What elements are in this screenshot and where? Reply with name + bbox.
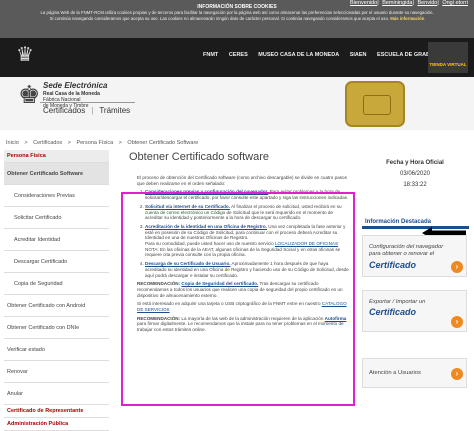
crumb-sep: >	[118, 140, 122, 146]
sidebar-item-verificar[interactable]: Verificar estado	[4, 339, 109, 361]
official-time: 18:33:22	[403, 182, 427, 188]
sidebar-item-anular[interactable]: Anular	[4, 383, 109, 405]
sidebar-item-persona-fisica[interactable]: Persona Física	[4, 150, 109, 163]
nav-ceres[interactable]: CERES	[229, 52, 248, 58]
card-config-navegador[interactable]: Configuración del navegador para obtener…	[362, 235, 467, 277]
card2-text: Exportar / Importar un	[369, 299, 426, 305]
lang-link-ca[interactable]: Beminingida	[382, 0, 412, 6]
card-atencion-usuarios[interactable]: Atención a Usuarios ›	[362, 358, 467, 388]
lang-link-es[interactable]: Bienvenido	[350, 0, 377, 6]
crumb-inicio[interactable]: Inicio	[6, 140, 19, 146]
royal-mint-logo-icon[interactable]: ♚	[18, 80, 40, 120]
smartcard-chip-image	[345, 81, 405, 127]
nav-museo[interactable]: MUSEO CASA DE LA MONEDA	[258, 52, 339, 58]
lang-link-gl[interactable]: Benvido	[417, 0, 437, 6]
top-strip	[0, 30, 474, 38]
header-nav-certificados[interactable]: Certificados	[43, 106, 85, 115]
breadcrumb: Inicio > Certificados > Persona Física >…	[6, 140, 202, 146]
card-export-import[interactable]: Exportar / Importar un Certificado ›	[362, 290, 467, 332]
crown-logo-icon[interactable]: ♛	[14, 42, 36, 70]
sidebar-item-copia[interactable]: Copia de Seguridad	[4, 273, 109, 295]
sidebar-item-solicitar[interactable]: Solicitar Certificado	[4, 207, 109, 229]
sidebar-item-consideraciones[interactable]: Consideraciones Previas	[4, 185, 109, 207]
intro-text: El proceso de obtención del Certificado …	[137, 175, 347, 186]
header-nav-tramites[interactable]: Trámites	[99, 106, 130, 115]
header-divider	[40, 102, 135, 103]
crumb-sep: >	[24, 140, 28, 146]
sidebar-item-renovar[interactable]: Renovar	[4, 361, 109, 383]
tienda-virtual-button[interactable]: TIENDA VIRTUAL	[428, 42, 468, 73]
sidebar-item-administracion[interactable]: Administración Pública	[4, 418, 109, 431]
sidebar-menu: Persona Física Obtener Certificado Softw…	[4, 150, 109, 431]
lang-link-eu[interactable]: Ongi etorri	[442, 0, 468, 6]
crumb-sep: >	[67, 140, 71, 146]
header-nav-separator: |	[91, 106, 94, 115]
language-links: Bienvenido| Beminingida| Benvido| Ongi e…	[348, 0, 468, 6]
info-title: Información Destacada	[365, 219, 432, 225]
cookie-text-2: Si continúa navegando consideramos que a…	[49, 16, 390, 21]
page-title: Obtener Certificado software	[129, 151, 270, 163]
official-time-label: Fecha y Hora Oficial	[386, 160, 444, 166]
site-header: ♚ Sede Electrónica Real Casa de la Moned…	[0, 77, 474, 130]
crumb-certificados[interactable]: Certificados	[33, 140, 62, 146]
card1-arrow-icon: ›	[451, 261, 463, 273]
card3-arrow-icon: ›	[451, 368, 463, 380]
nav-siaen[interactable]: SIAEN	[350, 52, 367, 58]
sidebar-item-acreditar[interactable]: Acreditar Identidad	[4, 229, 109, 251]
crumb-current: Obtener Certificado Software	[127, 140, 199, 146]
crumb-persona-fisica[interactable]: Persona Física	[76, 140, 113, 146]
sidebar-item-dnie[interactable]: Obtener Certificado con DNIe	[4, 317, 109, 339]
sidebar-item-descargar[interactable]: Descargar Certificado	[4, 251, 109, 273]
card1-text: Configuración del navegador para obtener…	[369, 244, 444, 257]
sidebar-item-obtener-software[interactable]: Obtener Certificado Software	[4, 163, 109, 185]
sidebar-item-representante[interactable]: Certificado de Representante	[4, 405, 109, 418]
official-date: 03/06/2020	[399, 171, 431, 177]
nav-fnmt[interactable]: FNMT	[203, 52, 218, 58]
card2-arrow-icon: ›	[451, 316, 463, 328]
cookie-more-link[interactable]: Más información	[390, 16, 424, 21]
sede-title: Sede Electrónica	[43, 81, 108, 90]
right-panel: Fecha y Hora Oficial 03/06/2020 18:33:22	[360, 150, 470, 188]
card3-text: Atención a Usuarios	[369, 370, 421, 376]
card1-big: Certificado	[369, 260, 417, 270]
main-navbar: ♛ FNMT CERES MUSEO CASA DE LA MONEDA SIA…	[0, 38, 474, 77]
card2-big: Certificado	[369, 307, 417, 317]
sidebar-item-android[interactable]: Obtener Certificado con Android	[4, 295, 109, 317]
highlight-box	[121, 192, 355, 406]
